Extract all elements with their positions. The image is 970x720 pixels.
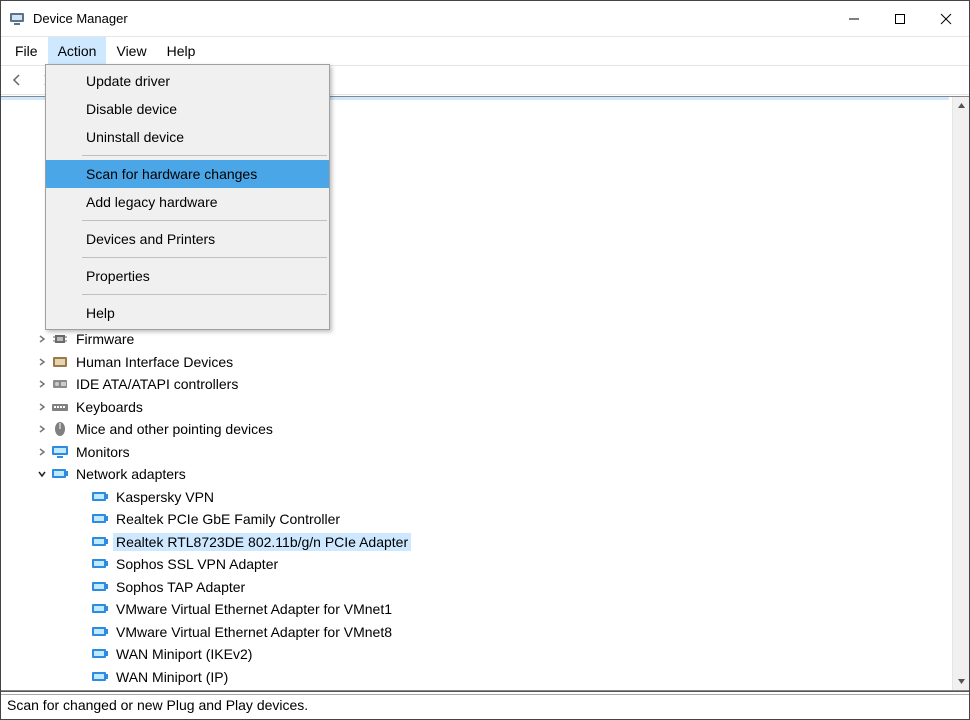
- expand-icon[interactable]: [35, 445, 49, 459]
- tree-item-network-wan-miniport-ip-[interactable]: WAN Miniport (IP): [1, 666, 952, 689]
- expand-icon[interactable]: [35, 400, 49, 414]
- menu-separator: [82, 257, 327, 258]
- menu-item-label: Help: [86, 305, 115, 321]
- tree-item-network-sophos-ssl-vpn-adapter[interactable]: Sophos SSL VPN Adapter: [1, 553, 952, 576]
- menubar: File Action View Help: [1, 37, 969, 65]
- expand-icon[interactable]: [35, 355, 49, 369]
- menu-item-update-driver[interactable]: Update driver: [46, 67, 329, 95]
- expand-icon[interactable]: [35, 332, 49, 346]
- expand-icon[interactable]: [35, 377, 49, 391]
- mouse-icon: [51, 421, 69, 437]
- tree-item-label: Realtek RTL8723DE 802.11b/g/n PCIe Adapt…: [113, 533, 411, 551]
- tree-item-label: Monitors: [73, 443, 133, 461]
- tree-item-label: Sophos TAP Adapter: [113, 578, 248, 596]
- tree-item-label: Realtek PCIe GbE Family Controller: [113, 510, 343, 528]
- menu-item-label: Update driver: [86, 73, 170, 89]
- tree-category-firmware[interactable]: Firmware: [1, 328, 952, 351]
- tree-item-label: Firmware: [73, 330, 137, 348]
- menu-item-label: Disable device: [86, 101, 177, 117]
- tree-category-network-adapters[interactable]: Network adapters: [1, 463, 952, 486]
- window-title: Device Manager: [33, 11, 128, 26]
- menu-item-uninstall-device[interactable]: Uninstall device: [46, 123, 329, 151]
- keyboard-icon: [51, 399, 69, 415]
- tree-item-network-sophos-tap-adapter[interactable]: Sophos TAP Adapter: [1, 576, 952, 599]
- menu-item-help[interactable]: Help: [46, 299, 329, 327]
- menu-item-add-legacy-hardware[interactable]: Add legacy hardware: [46, 188, 329, 216]
- tree-item-network-vmware-virtual-ethernet-adapter-for-vmnet8[interactable]: VMware Virtual Ethernet Adapter for VMne…: [1, 621, 952, 644]
- tree-item-label: Mice and other pointing devices: [73, 420, 276, 438]
- menu-separator: [82, 294, 327, 295]
- network-adapter-icon: [91, 579, 109, 595]
- toolbar-back-button[interactable]: [5, 68, 29, 92]
- network-adapter-icon: [91, 624, 109, 640]
- menu-item-disable-device[interactable]: Disable device: [46, 95, 329, 123]
- close-button[interactable]: [923, 1, 969, 37]
- menu-item-label: Devices and Printers: [86, 231, 215, 247]
- tree-category-human-interface-devices[interactable]: Human Interface Devices: [1, 351, 952, 374]
- tree-item-label: Sophos SSL VPN Adapter: [113, 555, 281, 573]
- tree-item-label: IDE ATA/ATAPI controllers: [73, 375, 241, 393]
- menu-view[interactable]: View: [106, 37, 156, 65]
- network-adapter-icon: [91, 601, 109, 617]
- network-adapter-icon: [91, 534, 109, 550]
- menu-separator: [82, 220, 327, 221]
- tree-item-network-realtek-pcie-gbe-family-controller[interactable]: Realtek PCIe GbE Family Controller: [1, 508, 952, 531]
- tree-item-network-wan-miniport-ikev2-[interactable]: WAN Miniport (IKEv2): [1, 643, 952, 666]
- tree-item-label: Network adapters: [73, 465, 189, 483]
- tree-item-label: Keyboards: [73, 398, 146, 416]
- menu-item-label: Uninstall device: [86, 129, 184, 145]
- scroll-up-button[interactable]: [953, 97, 970, 114]
- minimize-button[interactable]: [831, 1, 877, 37]
- tree-item-network-kaspersky-vpn[interactable]: Kaspersky VPN: [1, 486, 952, 509]
- tree-category-mice-and-other-pointing-devices[interactable]: Mice and other pointing devices: [1, 418, 952, 441]
- statusbar-text: Scan for changed or new Plug and Play de…: [7, 697, 308, 713]
- network-adapter-icon: [91, 646, 109, 662]
- maximize-button[interactable]: [877, 1, 923, 37]
- titlebar: Device Manager: [1, 1, 969, 37]
- window-controls: [831, 1, 969, 37]
- action-dropdown-menu[interactable]: Update driver Disable device Uninstall dev…: [45, 64, 330, 330]
- device-manager-icon: [9, 11, 25, 27]
- monitor-icon: [51, 444, 69, 460]
- tree-item-label: WAN Miniport (IP): [113, 668, 231, 686]
- collapse-icon[interactable]: [35, 467, 49, 481]
- tree-item-label: Human Interface Devices: [73, 353, 236, 371]
- tree-item-network-vmware-virtual-ethernet-adapter-for-vmnet1[interactable]: VMware Virtual Ethernet Adapter for VMne…: [1, 598, 952, 621]
- expand-icon[interactable]: [35, 422, 49, 436]
- vertical-scrollbar[interactable]: [952, 97, 969, 690]
- menu-help[interactable]: Help: [157, 37, 206, 65]
- menu-item-properties[interactable]: Properties: [46, 262, 329, 290]
- network-adapter-icon: [91, 511, 109, 527]
- chip-icon: [51, 331, 69, 347]
- ide-icon: [51, 376, 69, 392]
- tree-category-monitors[interactable]: Monitors: [1, 441, 952, 464]
- hid-icon: [51, 354, 69, 370]
- network-icon: [51, 466, 69, 482]
- menu-item-label: Add legacy hardware: [86, 194, 218, 210]
- tree-item-label: VMware Virtual Ethernet Adapter for VMne…: [113, 623, 395, 641]
- menu-item-scan-for-hardware-changes[interactable]: Scan for hardware changes: [46, 160, 329, 188]
- menu-separator: [82, 155, 327, 156]
- menu-item-label: Properties: [86, 268, 150, 284]
- menu-action[interactable]: Action: [48, 37, 107, 65]
- tree-item-label: Kaspersky VPN: [113, 488, 217, 506]
- network-adapter-icon: [91, 669, 109, 685]
- network-adapter-icon: [91, 556, 109, 572]
- scroll-down-button[interactable]: [953, 673, 970, 690]
- tree-item-network-realtek-rtl8723de-802-11b-g-n-pcie-adapter[interactable]: Realtek RTL8723DE 802.11b/g/n PCIe Adapt…: [1, 531, 952, 554]
- tree-item-label: VMware Virtual Ethernet Adapter for VMne…: [113, 600, 395, 618]
- network-adapter-icon: [91, 489, 109, 505]
- tree-item-label: WAN Miniport (IKEv2): [113, 645, 255, 663]
- menu-item-devices-and-printers[interactable]: Devices and Printers: [46, 225, 329, 253]
- menu-file[interactable]: File: [5, 37, 48, 65]
- menu-item-label: Scan for hardware changes: [86, 166, 257, 182]
- tree-category-ide-ata-atapi-controllers[interactable]: IDE ATA/ATAPI controllers: [1, 373, 952, 396]
- statusbar: Scan for changed or new Plug and Play de…: [1, 691, 969, 719]
- tree-category-keyboards[interactable]: Keyboards: [1, 396, 952, 419]
